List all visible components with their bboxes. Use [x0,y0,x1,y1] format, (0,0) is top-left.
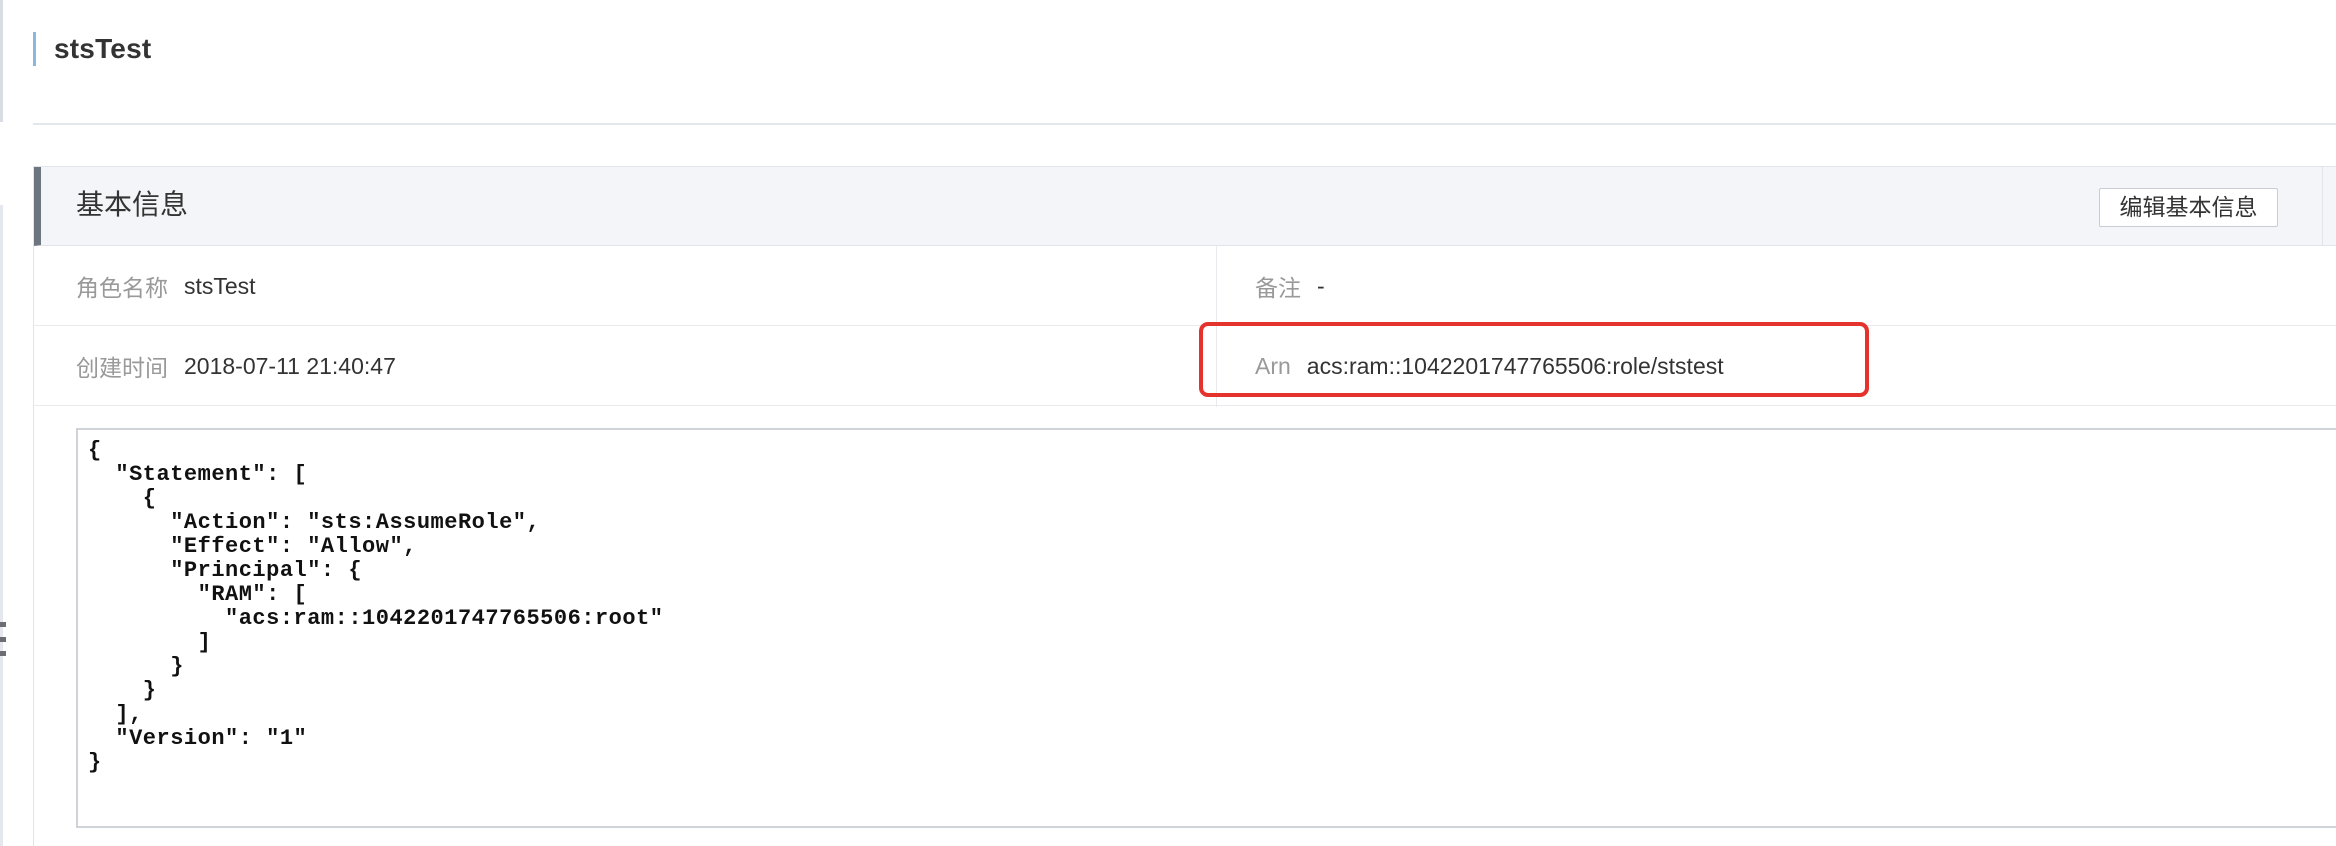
panel-header: 基本信息 编辑基本信息 [34,167,2336,246]
role-detail-page: stsTest 基本信息 编辑基本信息 角色名称 stsTest 备注 - 创建… [0,0,2336,846]
panel-header-divider [2322,167,2323,246]
drag-handle-icon[interactable] [0,622,6,656]
role-name-field: 角色名称 stsTest [76,246,256,326]
info-row-created: 创建时间 2018-07-11 21:40:47 Arn acs:ram::10… [34,326,2336,406]
note-value: - [1317,272,1325,299]
panel-title: 基本信息 [76,189,189,220]
header-divider [33,123,2336,125]
created-time-field: 创建时间 2018-07-11 21:40:47 [76,326,396,406]
arn-highlight-box [1199,322,1869,397]
created-time-label: 创建时间 [76,355,168,381]
info-row-name: 角色名称 stsTest 备注 - [34,246,2336,326]
note-label: 备注 [1255,275,1301,301]
left-sidebar-edge [0,0,3,122]
role-name-value: stsTest [184,272,256,299]
created-time-value: 2018-07-11 21:40:47 [184,352,396,379]
note-field: 备注 - [1255,246,1325,326]
edit-basic-info-button[interactable]: 编辑基本信息 [2099,188,2278,227]
trust-policy-code: { "Statement": [ { "Action": "sts:Assume… [88,438,664,775]
trust-policy-box: { "Statement": [ { "Action": "sts:Assume… [76,428,2336,828]
left-sidebar-edge-lower [0,205,3,846]
page-header: stsTest [33,32,151,66]
role-name-label: 角色名称 [76,275,168,301]
page-title: stsTest [54,33,152,64]
